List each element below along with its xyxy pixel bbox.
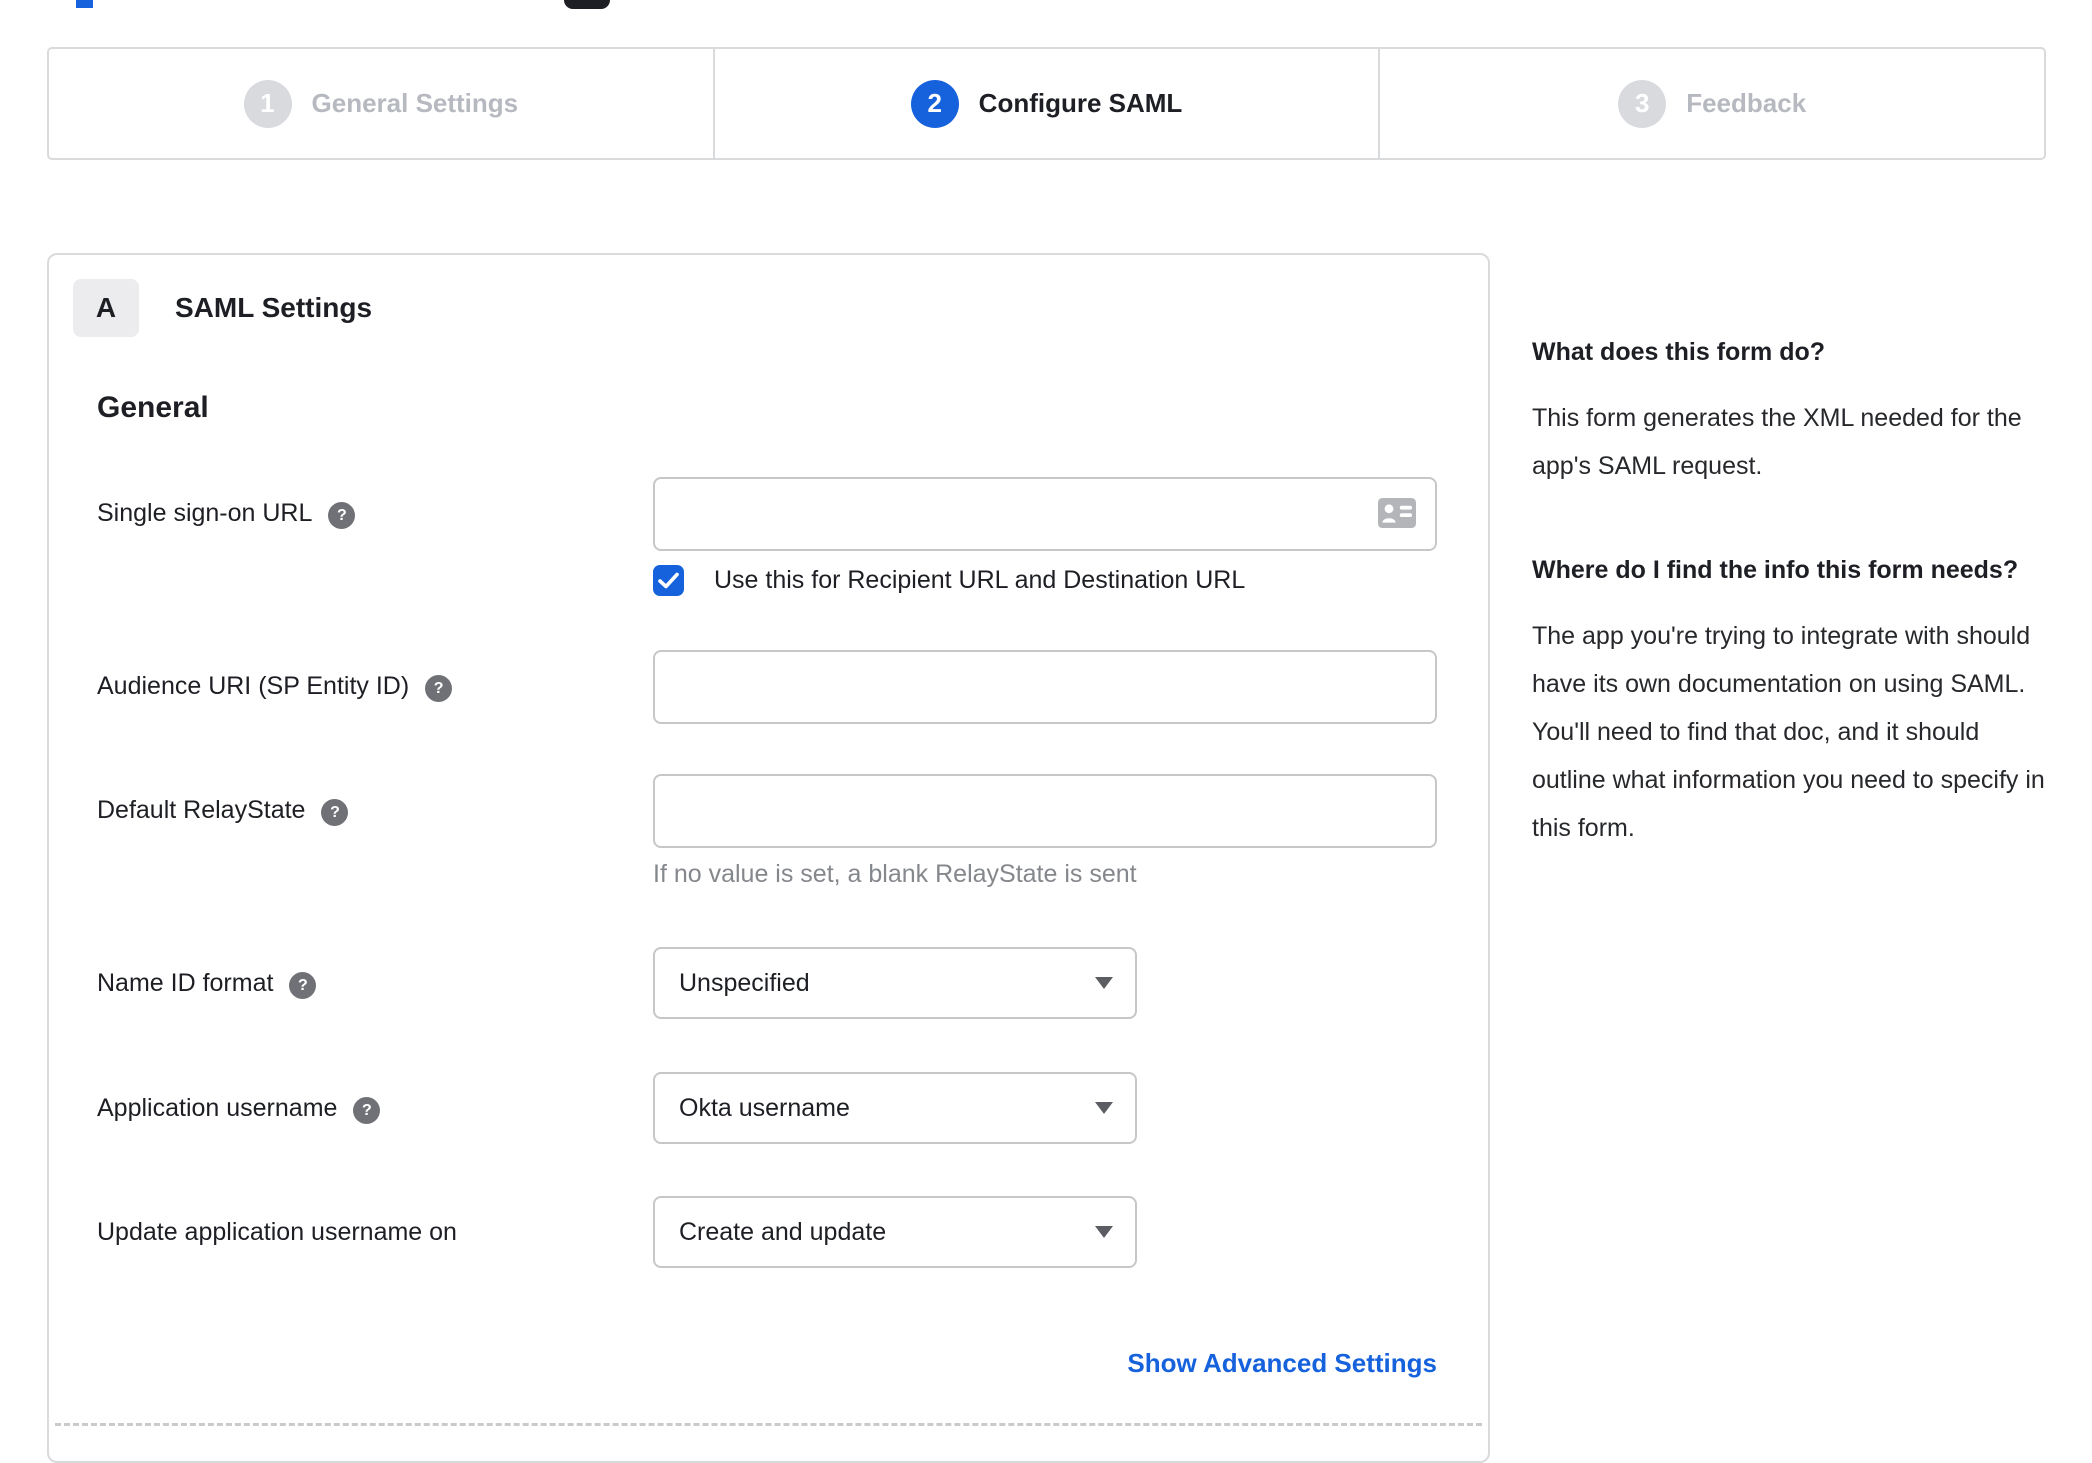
single-sign-on-url-row: Single sign-on URL ? Use this for Recipi… xyxy=(97,477,1488,596)
step-label: General Settings xyxy=(311,88,519,118)
default-relaystate-label: Default RelayState xyxy=(97,796,306,824)
step-label: Feedback xyxy=(1686,88,1807,118)
chevron-down-icon xyxy=(1095,1102,1113,1114)
update-application-username-select[interactable]: Create and update xyxy=(653,1196,1137,1268)
clipped-active-tab-indicator xyxy=(76,0,93,8)
help-icon[interactable]: ? xyxy=(328,502,356,529)
step-label: Configure SAML xyxy=(978,88,1183,118)
help-heading-what: What does this form do? xyxy=(1532,338,1826,366)
step-general-settings[interactable]: 1 General Settings xyxy=(49,49,713,158)
help-body-what: This form generates the XML needed for t… xyxy=(1532,404,2022,480)
use-for-recipient-destination-checkbox[interactable] xyxy=(653,565,684,596)
single-sign-on-url-label: Single sign-on URL xyxy=(97,499,313,527)
card-title: SAML Settings xyxy=(175,292,373,323)
step-number-badge: 1 xyxy=(243,79,292,128)
help-body-where: The app you're trying to integrate with … xyxy=(1532,622,2045,842)
clipped-toggle-icon xyxy=(564,0,610,9)
help-icon[interactable]: ? xyxy=(321,799,349,826)
step-number-badge: 3 xyxy=(1618,79,1667,128)
use-for-recipient-destination-label: Use this for Recipient URL and Destinati… xyxy=(714,566,1246,594)
application-username-value: Okta username xyxy=(679,1093,850,1122)
audience-uri-row: Audience URI (SP Entity ID) ? xyxy=(97,650,1488,724)
help-sidebar: What does this form do? This form genera… xyxy=(1532,328,2049,908)
name-id-format-label: Name ID format xyxy=(97,969,274,997)
step-number-badge: 2 xyxy=(910,79,959,128)
relaystate-hint: If no value is set, a blank RelayState i… xyxy=(653,860,1137,888)
help-heading-where: Where do I find the info this form needs… xyxy=(1532,556,2019,584)
audience-uri-input[interactable] xyxy=(653,650,1437,724)
update-application-username-value: Create and update xyxy=(679,1217,887,1246)
wizard-stepper: 1 General Settings 2 Configure SAML 3 Fe… xyxy=(47,47,2046,160)
application-username-label: Application username xyxy=(97,1094,338,1122)
help-icon[interactable]: ? xyxy=(289,972,317,999)
update-application-username-row: Update application username on Create an… xyxy=(97,1196,1488,1268)
audience-uri-label: Audience URI (SP Entity ID) xyxy=(97,672,410,700)
default-relaystate-row: Default RelayState ? If no value is set,… xyxy=(97,774,1488,889)
general-section-heading: General xyxy=(97,391,209,424)
help-icon[interactable]: ? xyxy=(353,1097,381,1124)
section-a-badge: A xyxy=(73,279,139,337)
show-advanced-settings-link[interactable]: Show Advanced Settings xyxy=(1127,1348,1437,1378)
application-username-select[interactable]: Okta username xyxy=(653,1072,1137,1144)
chevron-down-icon xyxy=(1095,1226,1113,1238)
saml-settings-card: A SAML Settings General Single sign-on U… xyxy=(47,253,1490,1463)
step-configure-saml[interactable]: 2 Configure SAML xyxy=(712,49,1379,158)
step-feedback[interactable]: 3 Feedback xyxy=(1378,49,2044,158)
update-application-username-label: Update application username on xyxy=(97,1218,457,1246)
chevron-down-icon xyxy=(1095,977,1113,989)
help-icon[interactable]: ? xyxy=(425,675,453,702)
name-id-format-value: Unspecified xyxy=(679,968,810,997)
name-id-format-row: Name ID format ? Unspecified xyxy=(97,947,1488,1019)
default-relaystate-input[interactable] xyxy=(653,774,1437,848)
single-sign-on-url-input[interactable] xyxy=(653,477,1437,551)
application-username-row: Application username ? Okta username xyxy=(97,1072,1488,1144)
name-id-format-select[interactable]: Unspecified xyxy=(653,947,1137,1019)
